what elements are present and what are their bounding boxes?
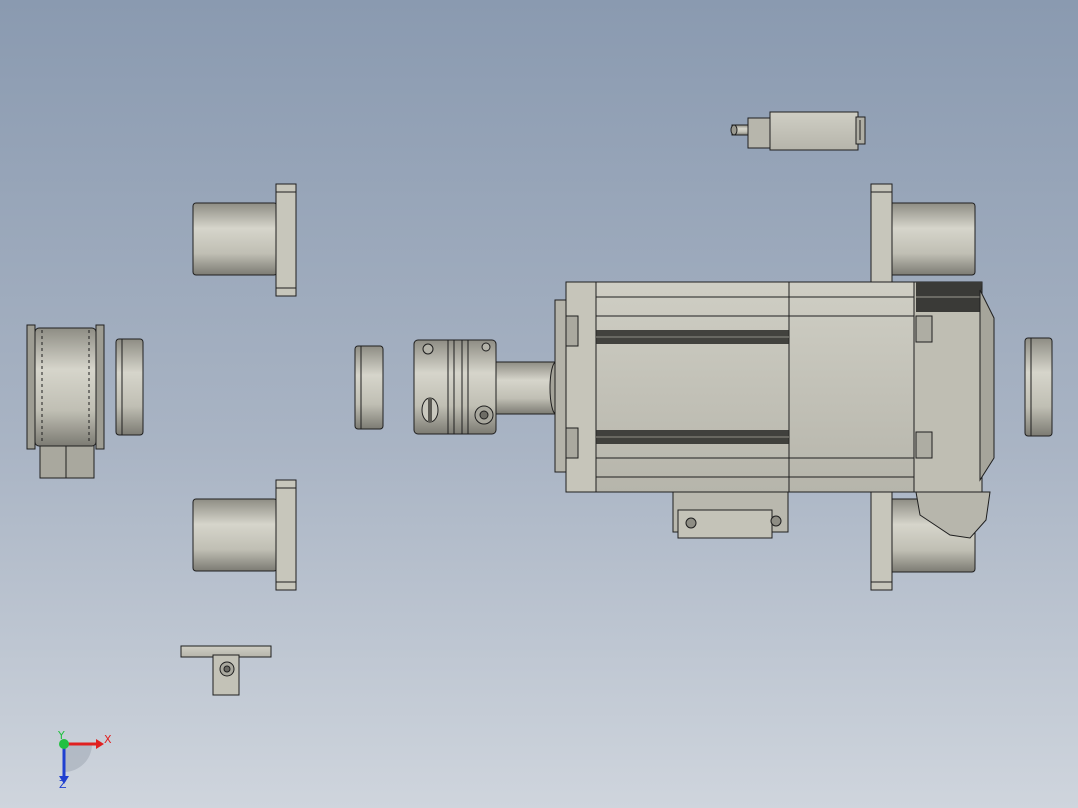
y-axis-label: Y [57,729,65,742]
servo-motor-body[interactable] [554,281,995,539]
flanged-bushing-top-right[interactable] [870,183,976,297]
x-axis-label: X [104,733,112,746]
spacer-ring-left[interactable] [115,338,144,436]
coordinate-triad[interactable]: X Y Z [57,729,112,791]
spacer-ring-right[interactable] [1024,337,1053,437]
flanged-bushing-bottom-left[interactable] [192,479,297,591]
cad-viewport[interactable]: X Y Z [0,0,1078,808]
timing-pulley-part[interactable] [26,324,105,479]
flanged-bushing-top-left[interactable] [192,183,297,297]
z-axis-label: Z [59,778,67,791]
shaft-coupling-part[interactable] [413,339,497,435]
sensor-pin-part[interactable] [730,111,866,151]
model-canvas[interactable]: X Y Z [0,0,1078,808]
spacer-ring-middle[interactable] [354,345,384,430]
x-arrow-head-icon [96,739,104,749]
t-clamp-part[interactable] [180,645,272,696]
motor-shaft[interactable] [495,361,563,415]
